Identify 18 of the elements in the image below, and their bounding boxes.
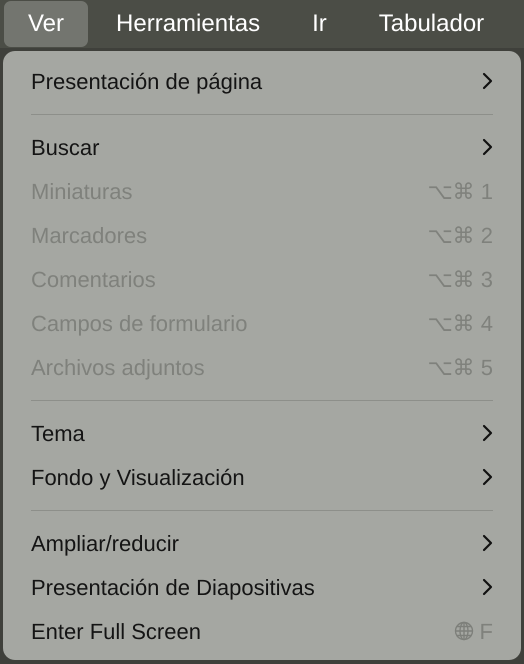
chevron-right-icon [481, 72, 493, 90]
menu-item[interactable]: Presentación de Diapositivas [31, 570, 315, 604]
chevron-right-icon [481, 424, 493, 442]
chevron-right-icon [481, 534, 493, 552]
chevron-right-icon [481, 138, 493, 156]
globe-icon [454, 621, 474, 641]
menu-item[interactable]: Presentación de página [31, 64, 262, 98]
menu-bar-item[interactable]: Tabulador [354, 1, 508, 47]
menu-bar-item[interactable]: Ver [4, 1, 88, 47]
menu-item[interactable]: Tema [31, 416, 85, 450]
menu-item[interactable]: Fondo y Visualización [31, 460, 245, 494]
menu-item[interactable]: Buscar [31, 130, 100, 164]
menu-bar-item[interactable]: Herramientas [92, 1, 284, 47]
chevron-right-icon [481, 468, 493, 486]
menu-bar-item[interactable]: Ir [288, 1, 351, 47]
menu-item[interactable]: Ampliar/reducir [31, 526, 179, 560]
chevron-right-icon [481, 578, 493, 596]
menu-item[interactable]: Enter Full Screen [31, 614, 201, 648]
